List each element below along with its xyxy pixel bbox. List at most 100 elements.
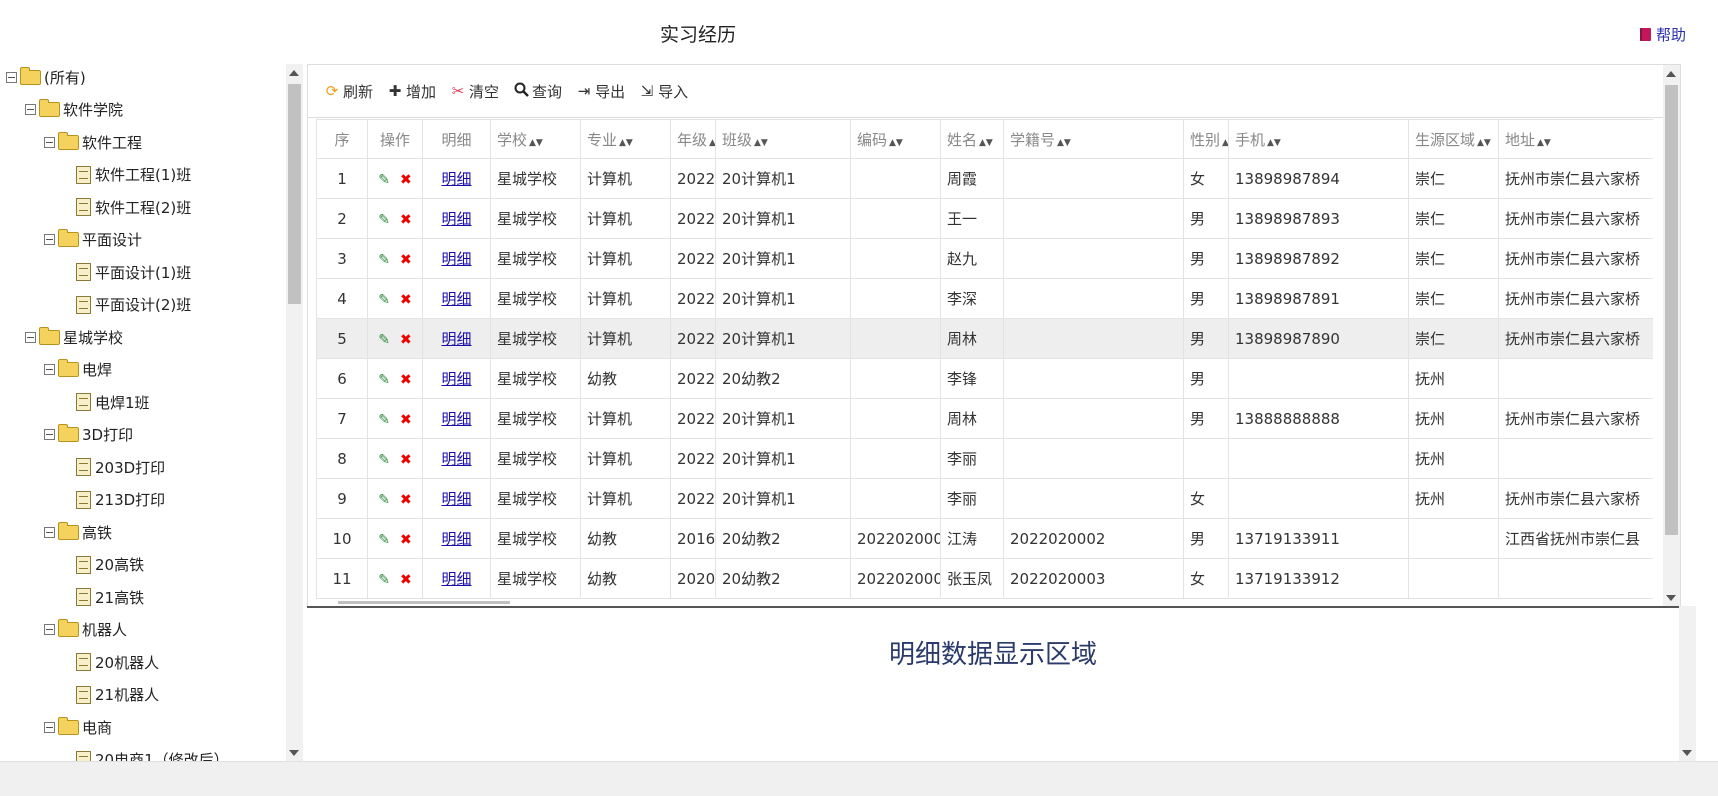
- collapse-toggle-icon[interactable]: [44, 429, 55, 440]
- edit-pencil-icon[interactable]: ✎: [378, 452, 390, 468]
- detail-link[interactable]: 明细: [441, 170, 471, 188]
- collapse-toggle-icon[interactable]: [44, 234, 55, 245]
- tree-leaf-node[interactable]: 20机器人: [63, 649, 159, 675]
- delete-x-icon[interactable]: ✖: [400, 292, 412, 308]
- edit-pencil-icon[interactable]: ✎: [378, 252, 390, 268]
- sort-icon[interactable]: ▲▼: [1222, 138, 1227, 148]
- collapse-toggle-icon[interactable]: [25, 104, 36, 115]
- edit-pencil-icon[interactable]: ✎: [378, 172, 390, 188]
- tree-leaf-node[interactable]: 213D打印: [63, 487, 165, 513]
- delete-x-icon[interactable]: ✖: [400, 492, 412, 508]
- edit-pencil-icon[interactable]: ✎: [378, 292, 390, 308]
- col-header-name[interactable]: 姓名 ▲▼: [940, 119, 1004, 159]
- col-header-major[interactable]: 专业 ▲▼: [580, 119, 671, 159]
- delete-x-icon[interactable]: ✖: [400, 412, 412, 428]
- edit-pencil-icon[interactable]: ✎: [378, 332, 390, 348]
- sort-icon[interactable]: ▲▼: [754, 138, 768, 148]
- delete-x-icon[interactable]: ✖: [400, 452, 412, 468]
- col-header-phone[interactable]: 手机 ▲▼: [1228, 119, 1409, 159]
- collapse-toggle-icon[interactable]: [25, 331, 36, 343]
- detail-link[interactable]: 明细: [441, 410, 471, 428]
- sort-icon[interactable]: ▲▼: [979, 138, 993, 148]
- col-header-gender[interactable]: 性别▲▼: [1183, 119, 1229, 159]
- detail-link[interactable]: 明细: [441, 370, 471, 388]
- table-row[interactable]: 9 ✎ ✖ 明细 星城学校 计算机 2022 20计算机1 李丽女抚州 抚州市崇仁县六家桥: [316, 478, 1653, 519]
- export-button[interactable]: ⇥ 导出: [576, 81, 625, 102]
- scroll-up-icon[interactable]: [289, 70, 299, 76]
- tree-folder-node[interactable]: 软件学院: [25, 97, 123, 123]
- sort-icon[interactable]: ▲▼: [709, 138, 714, 148]
- delete-x-icon[interactable]: ✖: [400, 532, 412, 548]
- tree-folder-node[interactable]: (所有): [6, 64, 86, 90]
- help-link[interactable]: 帮助: [1639, 24, 1686, 45]
- sort-icon[interactable]: ▲▼: [889, 138, 903, 148]
- table-row[interactable]: 1 ✎ ✖ 明细 星城学校 计算机 2022 20计算机1 周霞女 13898987894 崇仁 抚州…: [316, 158, 1653, 199]
- tree-folder-node[interactable]: 平面设计: [44, 227, 142, 253]
- add-button[interactable]: ✚ 增加: [387, 81, 436, 102]
- detail-link[interactable]: 明细: [441, 210, 471, 228]
- edit-pencil-icon[interactable]: ✎: [378, 212, 390, 228]
- scroll-down-icon[interactable]: [1666, 595, 1676, 601]
- tree-folder-node[interactable]: 电商: [44, 714, 112, 740]
- sort-icon[interactable]: ▲▼: [529, 138, 543, 148]
- delete-x-icon[interactable]: ✖: [400, 372, 412, 388]
- scroll-down-icon[interactable]: [289, 750, 299, 756]
- detail-link[interactable]: 明细: [441, 490, 471, 508]
- tree-folder-node[interactable]: 软件工程: [44, 129, 142, 155]
- tree-folder-node[interactable]: 电焊: [44, 357, 112, 383]
- detail-link[interactable]: 明细: [441, 570, 471, 588]
- import-button[interactable]: ⇲ 导入: [639, 81, 688, 102]
- detail-link[interactable]: 明细: [441, 330, 471, 348]
- grid-scrollbar[interactable]: [1663, 65, 1680, 607]
- delete-x-icon[interactable]: ✖: [400, 172, 412, 188]
- tree-scrollbar[interactable]: [286, 64, 303, 762]
- col-header-code[interactable]: 编码 ▲▼: [850, 119, 941, 159]
- tree-folder-node[interactable]: 3D打印: [44, 422, 133, 448]
- edit-pencil-icon[interactable]: ✎: [378, 572, 390, 588]
- tree-folder-node[interactable]: 机器人: [44, 617, 127, 643]
- col-header-region[interactable]: 生源区域 ▲▼: [1408, 119, 1499, 159]
- collapse-toggle-icon[interactable]: [44, 526, 55, 538]
- refresh-button[interactable]: ⟳ 刷新: [324, 81, 373, 102]
- tree-leaf-node[interactable]: 203D打印: [63, 454, 165, 480]
- collapse-toggle-icon[interactable]: [6, 71, 17, 83]
- sort-icon[interactable]: ▲▼: [1537, 138, 1551, 148]
- collapse-toggle-icon[interactable]: [44, 721, 55, 733]
- delete-x-icon[interactable]: ✖: [400, 212, 412, 228]
- table-row[interactable]: 10✎✖明细星城学校幼教201620幼教22022020002江涛2022020…: [316, 518, 1653, 559]
- collapse-toggle-icon[interactable]: [44, 624, 55, 635]
- table-row[interactable]: 6 ✎ ✖ 明细 星城学校 幼教 2022 20幼教2 李锋男抚州: [316, 358, 1653, 399]
- table-row[interactable]: 8 ✎ ✖ 明细 星城学校 计算机 2022 20计算机1 李丽 抚州: [316, 438, 1653, 479]
- tree-folder-node[interactable]: 星城学校: [25, 324, 123, 350]
- col-header-grade[interactable]: 年级▲▼: [670, 119, 716, 159]
- tree-leaf-node[interactable]: 21高铁: [63, 584, 144, 610]
- scroll-thumb[interactable]: [1665, 85, 1678, 535]
- table-row[interactable]: 3 ✎ ✖ 明细 星城学校 计算机 2022 20计算机1 赵九男 13898987892 崇仁 抚州…: [316, 238, 1653, 279]
- tree-folder-node[interactable]: 高铁: [44, 519, 112, 545]
- col-header-address[interactable]: 地址 ▲▼: [1498, 119, 1653, 159]
- collapse-toggle-icon[interactable]: [44, 136, 55, 148]
- detail-link[interactable]: 明细: [441, 450, 471, 468]
- table-row[interactable]: 2 ✎ ✖ 明细 星城学校 计算机 2022 20计算机1 王一男 13898987893 崇仁 抚州…: [316, 198, 1653, 239]
- table-row[interactable]: 11✎✖明细星城学校幼教202020幼教22022020003张玉凤202202…: [316, 558, 1653, 599]
- clear-button[interactable]: ✂ 清空: [450, 81, 499, 102]
- delete-x-icon[interactable]: ✖: [400, 252, 412, 268]
- table-row[interactable]: 7 ✎ ✖ 明细 星城学校 计算机 2022 20计算机1 周林男 13888888888 抚州 抚州…: [316, 398, 1653, 439]
- edit-pencil-icon[interactable]: ✎: [378, 532, 390, 548]
- tree-leaf-node[interactable]: 软件工程(1)班: [63, 162, 191, 188]
- edit-pencil-icon[interactable]: ✎: [378, 412, 390, 428]
- col-header-student-no[interactable]: 学籍号 ▲▼: [1003, 119, 1184, 159]
- detail-scrollbar[interactable]: [1679, 606, 1696, 762]
- detail-link[interactable]: 明细: [441, 290, 471, 308]
- scroll-thumb[interactable]: [288, 84, 301, 304]
- sort-icon[interactable]: ▲▼: [619, 138, 633, 148]
- table-row[interactable]: 5 ✎ ✖ 明细 星城学校 计算机 2022 20计算机1 周林男 13898987890 崇仁 抚州…: [316, 318, 1653, 359]
- sort-icon[interactable]: ▲▼: [1477, 138, 1491, 148]
- tree-leaf-node[interactable]: 21机器人: [63, 682, 159, 708]
- col-header-class[interactable]: 班级 ▲▼: [715, 119, 851, 159]
- delete-x-icon[interactable]: ✖: [400, 332, 412, 348]
- edit-pencil-icon[interactable]: ✎: [378, 492, 390, 508]
- tree-leaf-node[interactable]: 电焊1班: [63, 389, 150, 415]
- col-header-school[interactable]: 学校 ▲▼: [490, 119, 581, 159]
- sort-icon[interactable]: ▲▼: [1267, 138, 1281, 148]
